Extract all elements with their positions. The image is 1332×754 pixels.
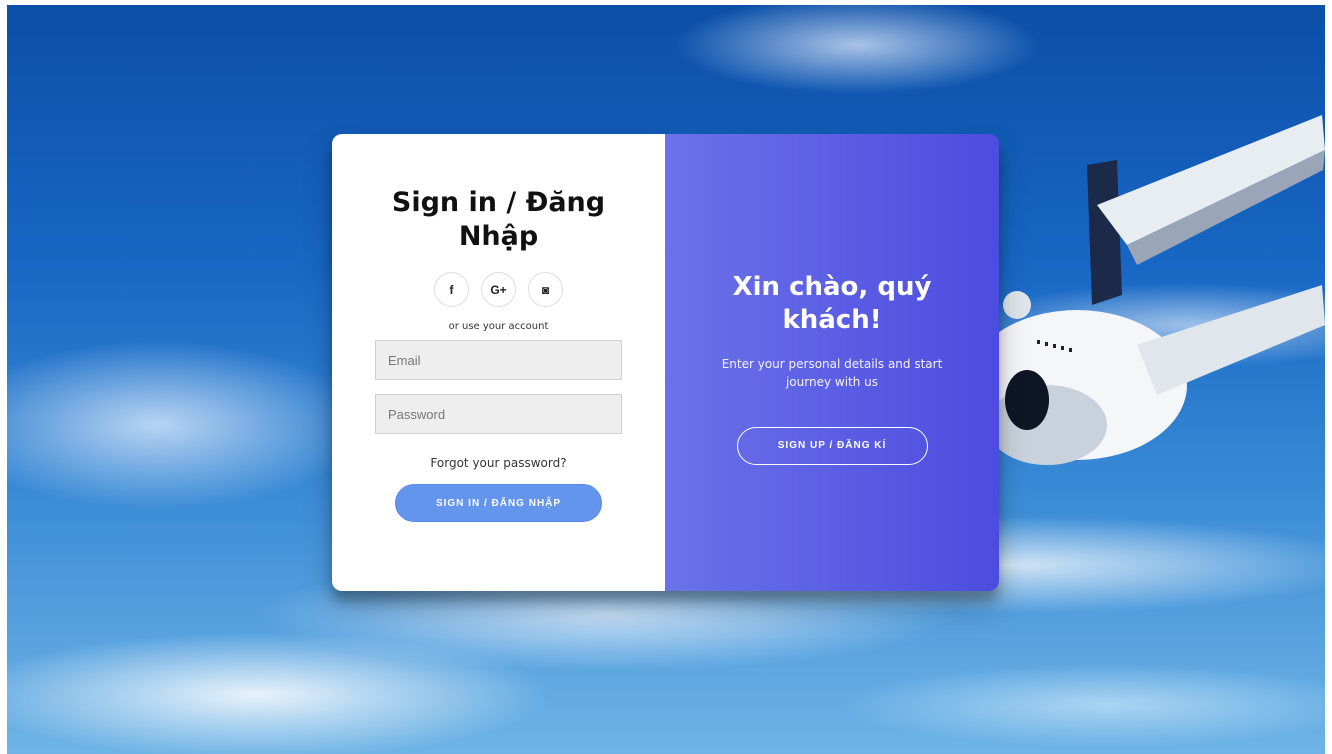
auth-card: Sign in / Đăng Nhập f G+ ◙ or use your a… bbox=[332, 134, 999, 591]
google-plus-icon[interactable]: G+ bbox=[481, 272, 516, 307]
email-field[interactable] bbox=[375, 340, 622, 380]
use-account-hint: or use your account bbox=[448, 321, 549, 332]
social-login-group: f G+ ◙ bbox=[434, 272, 563, 307]
signin-panel: Sign in / Đăng Nhập f G+ ◙ or use your a… bbox=[332, 134, 665, 591]
password-field[interactable] bbox=[375, 394, 622, 434]
airplane-image bbox=[987, 115, 1325, 465]
welcome-title: Xin chào, quý khách! bbox=[732, 271, 932, 335]
signin-title: Sign in / Đăng Nhập bbox=[391, 187, 606, 252]
whatsapp-icon[interactable]: ◙ bbox=[528, 272, 563, 307]
signin-button[interactable]: SIGN IN / ĐĂNG NHẬP bbox=[395, 484, 602, 522]
forgot-password-link[interactable]: Forgot your password? bbox=[430, 456, 566, 470]
signup-button[interactable]: SIGN UP / ĐĂNG KÍ bbox=[736, 426, 928, 465]
facebook-icon[interactable]: f bbox=[434, 272, 469, 307]
welcome-panel: Xin chào, quý khách! Enter your personal… bbox=[665, 134, 999, 591]
welcome-subtitle: Enter your personal details and start jo… bbox=[721, 356, 943, 389]
